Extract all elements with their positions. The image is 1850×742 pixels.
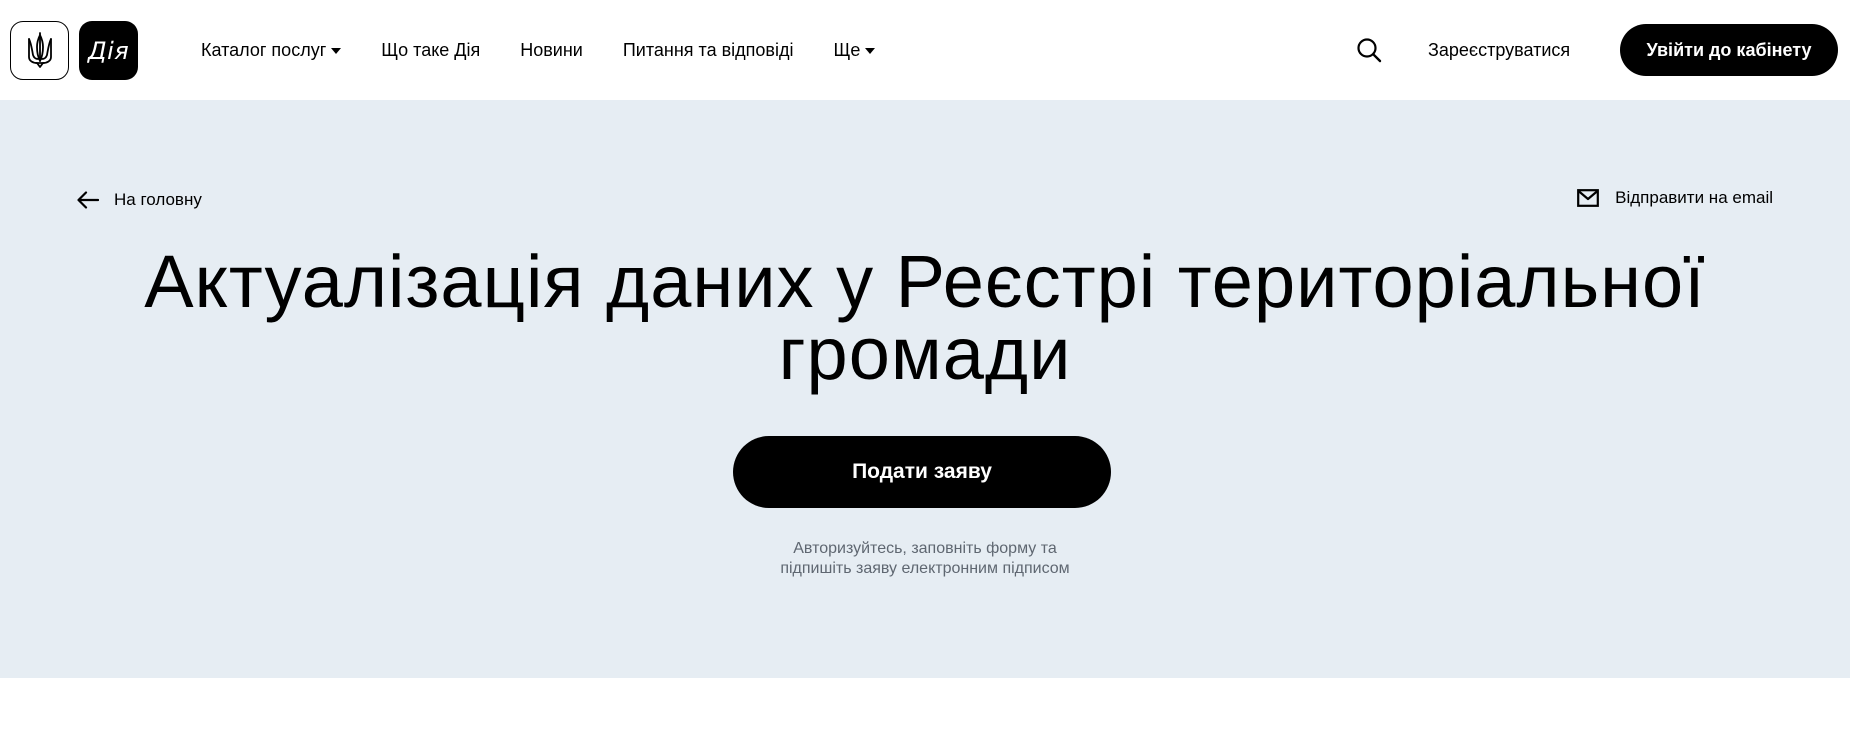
service-hero: На головну Відправити на email Актуаліза…: [0, 100, 1850, 678]
nav-item-label: Питання та відповіді: [622, 39, 794, 60]
trident-logo-link[interactable]: [10, 21, 69, 80]
submit-hint-line-2: підпишіть заяву електронним підписом: [780, 560, 1070, 577]
nav-item-label: Новини: [520, 39, 583, 60]
nav-item-more[interactable]: Ще: [833, 39, 876, 61]
nav-item-label: Ще: [833, 39, 861, 60]
page-title-line-1: Актуалізація даних у Реєстрі територіаль…: [144, 240, 1706, 323]
send-to-email-link[interactable]: Відправити на email: [1577, 186, 1773, 210]
email-link-label: Відправити на email: [1615, 188, 1773, 207]
caret-down-icon: [331, 48, 342, 54]
diia-logo-link[interactable]: Дія: [79, 21, 138, 80]
site-header: Дія Каталог послуг Що таке Дія Новини Пи…: [0, 0, 1850, 100]
page-title: Актуалізація даних у Реєстрі територіаль…: [40, 245, 1810, 391]
nav-item-label: Що таке Дія: [381, 39, 481, 60]
nav-item-services-catalog[interactable]: Каталог послуг: [201, 39, 342, 61]
caret-down-icon: [865, 48, 876, 54]
nav-item-news[interactable]: Новини: [520, 40, 583, 61]
back-link-label: На головну: [114, 190, 202, 209]
submit-application-button[interactable]: Подати заяву: [733, 436, 1111, 508]
back-to-home-link[interactable]: На головну: [77, 188, 202, 212]
diia-logo-text: Дія: [87, 36, 130, 65]
submit-hint-line-1: Авторизуйтесь, заповніть форму та: [793, 540, 1057, 557]
nav-item-label: Каталог послуг: [201, 39, 327, 60]
trident-icon: [27, 31, 52, 68]
nav-item-faq[interactable]: Питання та відповіді: [623, 40, 794, 61]
envelope-icon: [1577, 189, 1600, 207]
search-icon: [1357, 38, 1382, 63]
page-title-line-2: громади: [778, 312, 1072, 395]
submit-hint: Авторизуйтесь, заповніть форму та підпиш…: [625, 539, 1225, 579]
nav-item-about-diia[interactable]: Що таке Дія: [381, 40, 480, 61]
register-link[interactable]: Зареєструватися: [1428, 0, 1570, 100]
main-nav: Каталог послуг Що таке Дія Новини Питанн…: [201, 0, 915, 100]
arrow-left-icon: [77, 191, 99, 209]
search-button[interactable]: [1355, 36, 1383, 64]
login-button[interactable]: Увійти до кабінету: [1620, 24, 1838, 76]
